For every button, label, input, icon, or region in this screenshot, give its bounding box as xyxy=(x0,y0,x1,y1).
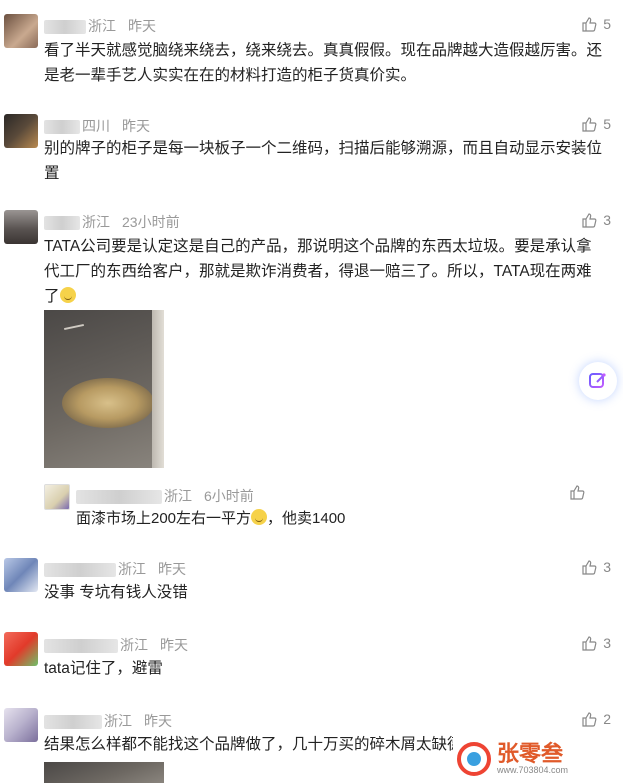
username-blurred[interactable] xyxy=(44,639,118,654)
like-button[interactable]: 3 xyxy=(581,559,611,575)
comment-text: 没事 专坑有钱人没错 xyxy=(44,584,188,601)
avatar[interactable] xyxy=(4,708,38,742)
comment-item: 浙江 昨天 3 tata记住了，避雷 xyxy=(0,622,623,698)
avatar[interactable] xyxy=(4,114,38,148)
reply-text-part: ，他卖1400 xyxy=(267,510,346,527)
photo-detail xyxy=(64,323,84,331)
watermark-url: www.703804.com xyxy=(497,765,569,775)
timestamp: 昨天 xyxy=(160,637,188,653)
reply-like-button[interactable] xyxy=(569,484,585,500)
ai-chat-icon xyxy=(589,373,606,388)
reply-text-part: 面漆市场上200左右一平方 xyxy=(76,510,252,527)
comment-photo[interactable] xyxy=(44,762,164,783)
like-count: 3 xyxy=(603,559,611,575)
timestamp: 昨天 xyxy=(144,713,172,729)
comment-item: 浙江 23小时前 3 TATA公司要是认定这是自己的产品，那说明这个品牌的东西太垃… xyxy=(0,198,623,543)
avatar[interactable] xyxy=(4,210,38,244)
comment-item: 周∙浙江昨天 5 看了半天就感觉脑绕来绕去，绕来绕去。真真假假。现在品牌越大造假… xyxy=(0,0,623,100)
location: 浙江 xyxy=(164,488,192,504)
photo-detail xyxy=(62,378,154,428)
like-button[interactable]: 2 xyxy=(581,711,611,727)
photo-detail xyxy=(152,310,164,468)
like-count: 5 xyxy=(603,16,611,32)
comment-text: 结果怎么样都不能找这个品牌做了，几十万买的碎木屑太缺德了 xyxy=(44,736,453,753)
username-blurred[interactable] xyxy=(44,715,102,730)
watermark-logo-icon xyxy=(457,742,491,776)
comment-meta: 浙江 昨天 xyxy=(44,559,186,579)
ai-chat-button[interactable] xyxy=(579,362,617,400)
like-count: 2 xyxy=(603,711,611,727)
avatar[interactable] xyxy=(4,14,38,48)
location: 浙江 xyxy=(104,713,132,729)
watermark-name: 张零叁 xyxy=(497,741,564,766)
reply-meta: 浙江 6小时前 xyxy=(76,486,254,506)
comment-text-body: TATA公司要是认定这是自己的产品，那说明这个品牌的东西太垃圾。要是承认拿代工厂… xyxy=(44,238,592,305)
comment-item: 四川 昨天 5 别的牌子的柜子是每一块板子一个二维码，扫描后能够溯源，而且自动显示… xyxy=(0,100,623,200)
watermark: 张零叁 www.703804.com xyxy=(457,738,617,780)
username-blurred[interactable] xyxy=(44,216,80,231)
comment-photo[interactable] xyxy=(44,310,164,468)
timestamp: 6小时前 xyxy=(204,488,254,504)
comment-meta: 浙江 昨天 xyxy=(44,635,188,655)
location: 浙江 xyxy=(118,561,146,577)
timestamp: 23小时前 xyxy=(122,214,180,230)
watermark-text-block: 张零叁 www.703804.com xyxy=(497,741,569,776)
comment-text: 看了半天就感觉脑绕来绕去，绕来绕去。真真假假。现在品牌越大造假越厉害。还是老一辈… xyxy=(44,42,603,84)
comment-item: 浙江 昨天 3 没事 专坑有钱人没错 xyxy=(0,546,623,622)
reply-text: 面漆市场上200左右一平方 ，他卖1400 xyxy=(76,506,603,531)
comment-text: tata记住了，避雷 xyxy=(44,660,163,677)
avatar[interactable] xyxy=(4,632,38,666)
reply-avatar[interactable] xyxy=(44,484,70,510)
timestamp: 昨天 xyxy=(158,561,186,577)
thumbs-up-icon xyxy=(582,560,597,575)
avatar[interactable] xyxy=(4,558,38,592)
like-button[interactable]: 3 xyxy=(581,212,611,228)
thumbs-up-icon xyxy=(582,712,597,727)
username-blurred[interactable] xyxy=(76,490,162,505)
smile-emoji-icon xyxy=(59,287,76,303)
like-count: 3 xyxy=(603,212,611,228)
like-button[interactable]: 3 xyxy=(581,635,611,651)
thumbs-up-icon xyxy=(582,636,597,651)
location: 浙江 xyxy=(88,18,116,34)
location: 四川 xyxy=(82,118,110,134)
timestamp: 昨天 xyxy=(122,118,150,134)
like-button[interactable]: 5 xyxy=(581,16,611,32)
comment-text: 别的牌子的柜子是每一块板子一个二维码，扫描后能够溯源，而且自动显示安装位置 xyxy=(44,140,603,182)
username-blurred[interactable] xyxy=(44,563,116,578)
comment-meta: 浙江 昨天 xyxy=(44,711,172,731)
username-blurred[interactable] xyxy=(44,120,80,135)
comment-text: TATA公司要是认定这是自己的产品，那说明这个品牌的东西太垃圾。要是承认拿代工厂… xyxy=(44,234,603,309)
cry-laugh-emoji-icon xyxy=(251,509,268,525)
username-blurred[interactable] xyxy=(44,20,86,35)
thumbs-up-icon xyxy=(582,213,597,228)
comment-meta: 浙江 23小时前 xyxy=(44,212,180,232)
comment-meta: 四川 昨天 xyxy=(44,116,150,136)
thumbs-up-icon xyxy=(570,485,585,500)
location: 浙江 xyxy=(120,637,148,653)
location: 浙江 xyxy=(82,214,110,230)
thumbs-up-icon xyxy=(582,17,597,32)
like-count: 5 xyxy=(603,116,611,132)
comment-meta: 周∙浙江昨天 xyxy=(44,16,156,36)
timestamp: 昨天 xyxy=(128,18,156,34)
like-button[interactable]: 5 xyxy=(581,116,611,132)
like-count: 3 xyxy=(603,635,611,651)
thumbs-up-icon xyxy=(582,117,597,132)
